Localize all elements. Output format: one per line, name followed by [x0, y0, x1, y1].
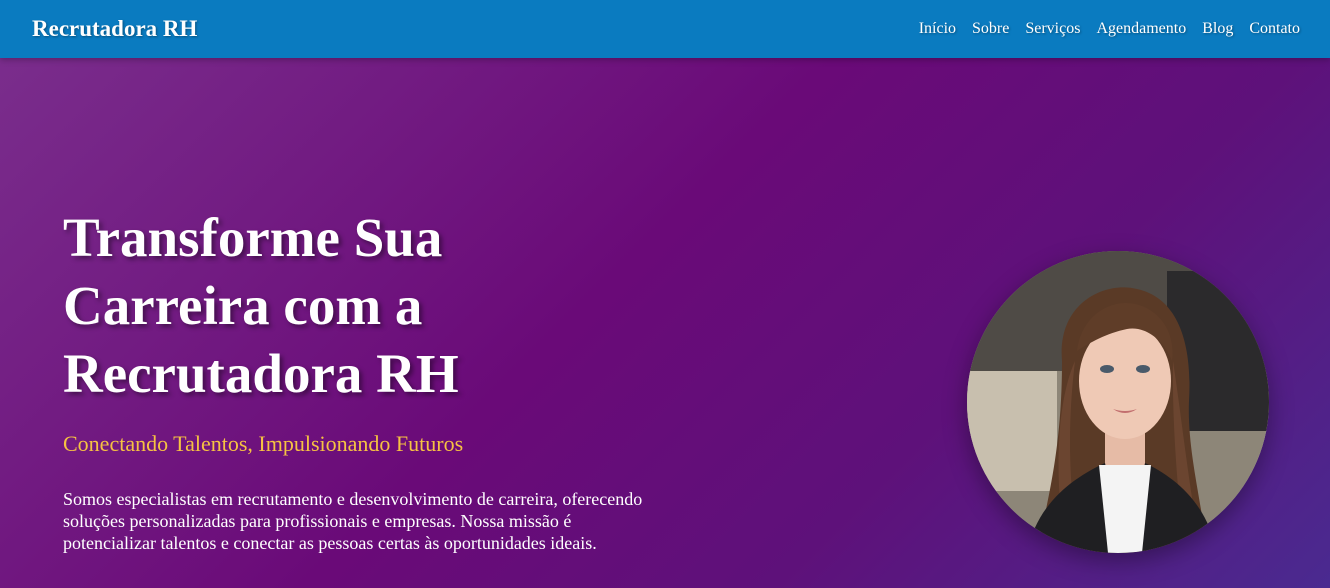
nav-item-inicio: Início — [919, 20, 956, 38]
hero-text-block: Transforme Sua Carreira com a Recrutador… — [63, 204, 663, 554]
nav-menu: Início Sobre Serviços Agendamento Blog C… — [919, 20, 1300, 38]
nav-link-sobre[interactable]: Sobre — [972, 20, 1009, 37]
hero-title: Transforme Sua Carreira com a Recrutador… — [63, 207, 459, 404]
nav-item-servicos: Serviços — [1025, 20, 1080, 38]
nav-item-contato: Contato — [1249, 20, 1300, 38]
nav-link-blog[interactable]: Blog — [1202, 20, 1233, 37]
nav-item-agendamento: Agendamento — [1096, 20, 1186, 38]
brand-logo-link[interactable]: Recrutadora RH — [32, 16, 197, 42]
hero-section: Transforme Sua Carreira com a Recrutador… — [0, 58, 1330, 588]
hero-subtitle: Conectando Talentos, Impulsionando Futur… — [63, 431, 464, 456]
profile-portrait-illustration — [967, 251, 1269, 553]
nav-link-contato[interactable]: Contato — [1249, 20, 1300, 37]
nav-item-blog: Blog — [1202, 20, 1233, 38]
hero-description: Somos especialistas em recrutamento e de… — [63, 489, 643, 553]
profile-photo — [967, 251, 1269, 553]
nav-link-inicio[interactable]: Início — [919, 20, 956, 37]
top-navbar: Recrutadora RH Início Sobre Serviços Age… — [0, 0, 1330, 58]
nav-link-servicos[interactable]: Serviços — [1025, 20, 1080, 37]
nav-link-agendamento[interactable]: Agendamento — [1096, 20, 1186, 37]
nav-item-sobre: Sobre — [972, 20, 1009, 38]
